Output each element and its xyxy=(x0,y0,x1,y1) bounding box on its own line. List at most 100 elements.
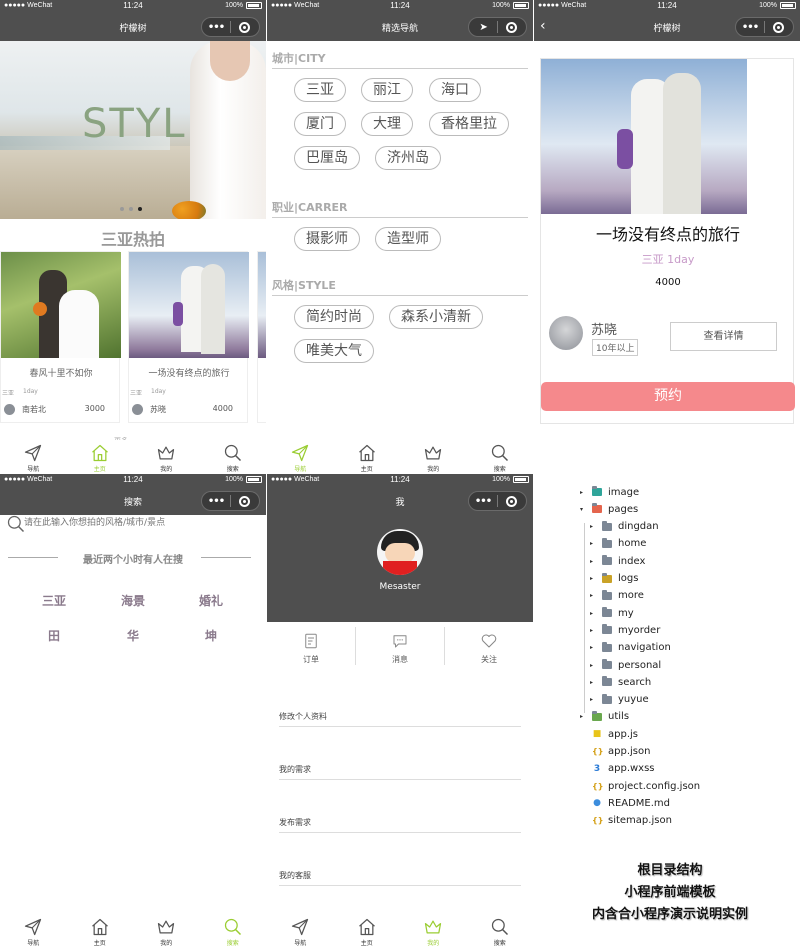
search-input[interactable] xyxy=(24,516,254,530)
hot-keyword[interactable]: 三亚 xyxy=(42,592,66,609)
tree-item[interactable]: ▸ personal xyxy=(590,658,661,672)
tree-item[interactable]: {} sitemap.json xyxy=(580,814,672,828)
city-tag[interactable]: 巴厘岛 xyxy=(294,146,360,170)
messages-action[interactable]: 消息 xyxy=(356,627,445,665)
photo-card[interactable]: 春风十里不如你 三亚 1day 南若北 3000 xyxy=(0,251,121,423)
close-icon[interactable] xyxy=(498,21,526,33)
tree-item[interactable]: ■ app.js xyxy=(580,727,638,741)
chevron-right-icon[interactable]: ▸ xyxy=(590,696,598,703)
tab-search[interactable]: 搜索 xyxy=(467,440,534,474)
close-icon[interactable] xyxy=(231,495,259,507)
tree-item[interactable]: {} app.json xyxy=(580,745,650,759)
close-icon[interactable] xyxy=(498,495,526,507)
tab-navigation[interactable]: 导航 xyxy=(0,440,67,474)
chevron-right-icon[interactable]: ▸ xyxy=(590,679,598,686)
more-icon[interactable]: ••• xyxy=(202,22,230,33)
tree-item[interactable]: ▸ logs xyxy=(590,572,638,586)
city-tag[interactable]: 香格里拉 xyxy=(429,112,509,136)
menu-my-needs[interactable]: 我的需求 xyxy=(279,764,521,780)
chevron-right-icon[interactable]: ▸ xyxy=(580,489,588,496)
tab-home[interactable]: 主页 xyxy=(334,914,401,948)
user-avatar[interactable] xyxy=(377,529,423,575)
style-tag[interactable]: 森系小清新 xyxy=(389,305,483,329)
tree-item[interactable]: ▸ my xyxy=(590,606,634,620)
book-button[interactable]: 预约 xyxy=(541,382,795,411)
tab-search[interactable]: 搜索 xyxy=(200,914,267,948)
tab-navigation[interactable]: 导航 xyxy=(267,440,334,474)
tab-mine[interactable]: 我的 xyxy=(133,440,200,474)
tree-item[interactable]: ▸ image xyxy=(580,485,639,499)
city-tag[interactable]: 厦门 xyxy=(294,112,346,136)
more-icon[interactable]: ••• xyxy=(736,22,764,33)
hot-keyword[interactable]: 华 xyxy=(127,627,139,644)
style-tag[interactable]: 唯美大气 xyxy=(294,339,374,363)
chevron-right-icon[interactable]: ▸ xyxy=(590,558,598,565)
chevron-right-icon[interactable]: ▸ xyxy=(590,592,598,599)
capsule-menu[interactable]: ••• xyxy=(468,491,527,511)
tree-item[interactable]: ▸ navigation xyxy=(590,641,671,655)
city-tag[interactable]: 海口 xyxy=(429,78,481,102)
chevron-right-icon[interactable]: ▸ xyxy=(590,610,598,617)
city-tag[interactable]: 丽江 xyxy=(361,78,413,102)
carousel-dots[interactable] xyxy=(120,207,142,211)
city-tag[interactable]: 三亚 xyxy=(294,78,346,102)
tree-item[interactable]: 3 app.wxss xyxy=(580,762,655,776)
location-arrow-icon[interactable]: ➤ xyxy=(469,22,497,33)
menu-post-need[interactable]: 发布需求 xyxy=(279,817,521,833)
tree-item[interactable]: ▸ dingdan xyxy=(590,520,659,534)
chevron-right-icon[interactable]: ▸ xyxy=(590,540,598,547)
tab-home[interactable]: 主页 xyxy=(67,914,134,948)
tree-item[interactable]: ▸ more xyxy=(590,589,644,603)
chevron-right-icon[interactable]: ▸ xyxy=(590,662,598,669)
tab-navigation[interactable]: 导航 xyxy=(267,914,334,948)
tree-item[interactable]: ▸ utils xyxy=(580,710,629,724)
chevron-right-icon[interactable]: ▸ xyxy=(590,627,598,634)
capsule-menu[interactable]: ➤ xyxy=(468,17,527,37)
tree-item[interactable]: ▸ index xyxy=(590,554,645,568)
tab-navigation[interactable]: 导航 xyxy=(0,914,67,948)
photo-card[interactable]: 一场没有终点的旅行 三亚 1day 苏晓 4000 xyxy=(128,251,249,423)
tab-mine[interactable]: 我的 xyxy=(133,914,200,948)
tree-item[interactable]: ▸ yuyue xyxy=(590,693,649,707)
tree-item[interactable]: ▸ home xyxy=(590,537,646,551)
tab-search[interactable]: 搜索 xyxy=(200,440,267,474)
chevron-right-icon[interactable]: ▸ xyxy=(580,713,588,720)
banner-carousel[interactable]: STYLE xyxy=(0,41,266,219)
more-icon[interactable]: ••• xyxy=(202,496,230,507)
more-icon[interactable]: ••• xyxy=(469,496,497,507)
hot-keyword[interactable]: 田 xyxy=(48,627,60,644)
follow-action[interactable]: 关注 xyxy=(445,627,533,665)
city-tag[interactable]: 大理 xyxy=(361,112,413,136)
city-tag[interactable]: 济州岛 xyxy=(375,146,441,170)
hot-keyword[interactable]: 坤 xyxy=(205,627,217,644)
capsule-menu[interactable]: ••• xyxy=(201,491,260,511)
tab-mine[interactable]: 我的 xyxy=(400,440,467,474)
tab-search[interactable]: 搜索 xyxy=(467,914,534,948)
capsule-menu[interactable]: ••• xyxy=(201,17,260,37)
chevron-right-icon[interactable]: ▸ xyxy=(590,575,598,582)
capsule-menu[interactable]: ••• xyxy=(735,17,794,37)
photo-card-peek[interactable] xyxy=(257,251,266,423)
tree-item[interactable]: {} project.config.json xyxy=(580,779,700,793)
menu-edit-profile[interactable]: 修改个人资料 xyxy=(279,711,521,727)
tab-mine[interactable]: 我的 xyxy=(400,914,467,948)
hot-keyword[interactable]: 海景 xyxy=(121,592,145,609)
tab-home[interactable]: 主页 xyxy=(334,440,401,474)
view-details-button[interactable]: 查看详情 xyxy=(670,322,777,351)
style-tag[interactable]: 简约时尚 xyxy=(294,305,374,329)
tree-item[interactable]: ▾ pages xyxy=(580,502,638,516)
close-icon[interactable] xyxy=(231,21,259,33)
close-icon[interactable] xyxy=(765,21,793,33)
chevron-right-icon[interactable]: ▸ xyxy=(590,523,598,530)
hot-keyword[interactable]: 婚礼 xyxy=(199,592,223,609)
tab-home[interactable]: 主页 xyxy=(67,440,134,474)
tree-item[interactable]: ▸ search xyxy=(590,675,651,689)
orders-action[interactable]: 订单 xyxy=(267,627,356,665)
job-tag[interactable]: 摄影师 xyxy=(294,227,360,251)
tree-item[interactable]: ▸ myorder xyxy=(590,623,660,637)
chevron-right-icon[interactable]: ▸ xyxy=(590,644,598,651)
menu-customer-service[interactable]: 我的客服 xyxy=(279,870,521,886)
tree-item[interactable]: ● README.md xyxy=(580,796,670,810)
job-tag[interactable]: 造型师 xyxy=(375,227,441,251)
chevron-down-icon[interactable]: ▾ xyxy=(580,506,588,513)
